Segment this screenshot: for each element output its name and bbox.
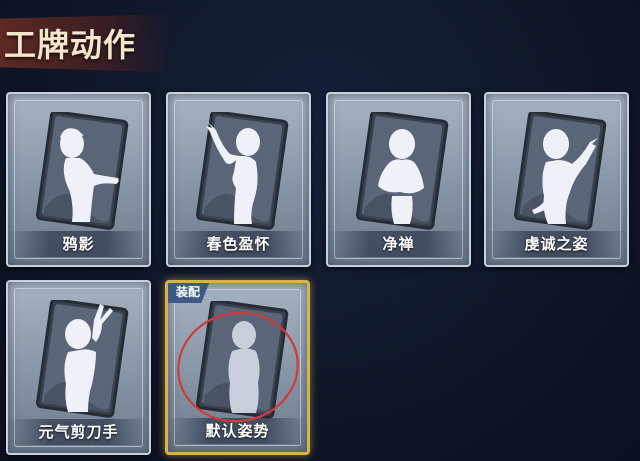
pose-card-label: 鸦影	[8, 231, 149, 257]
pose-card-devout-pose[interactable]: 虔诚之姿	[484, 92, 629, 267]
pose-card-label: 春色盈怀	[168, 231, 309, 257]
pose-silhouette-icon	[196, 301, 289, 419]
pose-card-pure-zen[interactable]: 净禅	[326, 92, 471, 267]
pose-silhouette-icon	[356, 112, 449, 230]
equipped-badge: 装配	[168, 283, 210, 303]
pose-card-spring-embrace[interactable]: 春色盈怀	[166, 92, 311, 267]
pose-card-label: 净禅	[328, 231, 469, 257]
pose-silhouette-icon	[36, 112, 129, 230]
pose-card-label: 虔诚之姿	[486, 231, 627, 257]
page-title: 工牌动作	[4, 26, 137, 64]
pose-silhouette-icon	[514, 112, 607, 230]
pose-silhouette-icon	[36, 300, 129, 418]
pose-card-default[interactable]: 装配 默认姿势	[165, 280, 310, 455]
pose-silhouette-icon	[196, 112, 289, 230]
pose-card-label: 元气剪刀手	[8, 419, 149, 445]
pose-card-peace-sign[interactable]: 元气剪刀手	[6, 280, 151, 455]
pose-card-crow-shadow[interactable]: 鸦影	[6, 92, 151, 267]
pose-card-label: 默认姿势	[168, 418, 307, 444]
pose-selection-screen: 工牌动作 鸦影 春色盈怀 净禅 虔诚之姿 元气剪刀手 装配 默认姿势	[0, 0, 640, 461]
